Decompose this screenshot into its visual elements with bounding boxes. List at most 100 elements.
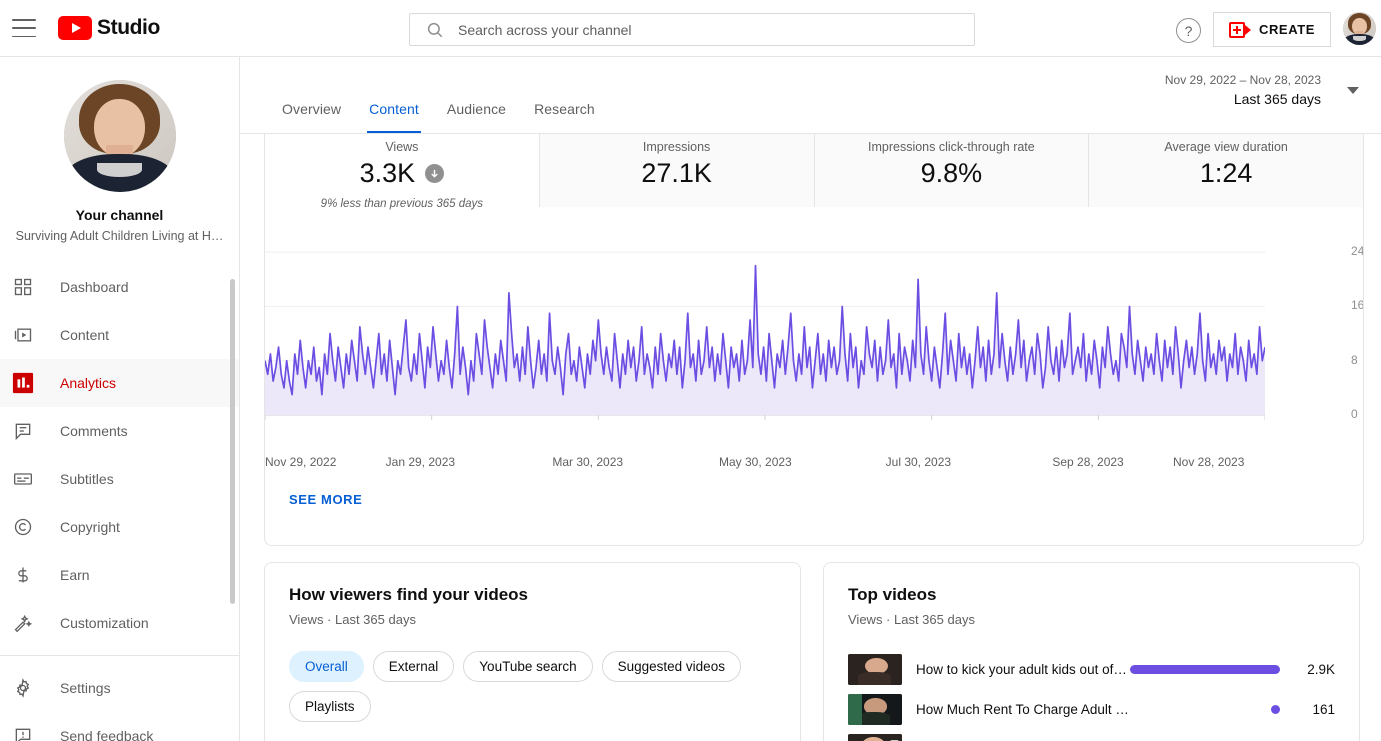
- date-range-selector[interactable]: Nov 29, 2022 – Nov 28, 2023 Last 365 day…: [1165, 73, 1359, 107]
- search-input[interactable]: [458, 15, 938, 45]
- analytics-tabs-row: Overview Content Audience Research Nov 2…: [240, 57, 1381, 134]
- chevron-down-icon[interactable]: [1347, 87, 1359, 94]
- x-axis-tick: Sep 28, 2023: [1052, 455, 1123, 469]
- sidebar-nav: Dashboard Content Analytics: [0, 263, 239, 741]
- see-more-link[interactable]: SEE MORE: [289, 492, 362, 507]
- sidebar-label: Send feedback: [60, 728, 153, 741]
- account-avatar[interactable]: [1343, 12, 1376, 45]
- chip-external[interactable]: External: [373, 651, 455, 682]
- video-thumbnail[interactable]: [848, 694, 902, 725]
- tab-research[interactable]: Research: [520, 101, 609, 133]
- y-axis-tick: 8: [1351, 353, 1358, 367]
- traffic-filter-chips: Overall External YouTube search Suggeste…: [289, 651, 776, 722]
- tab-audience[interactable]: Audience: [433, 101, 520, 133]
- tab-content[interactable]: Content: [355, 101, 433, 133]
- chip-overall[interactable]: Overall: [289, 651, 364, 682]
- x-axis-tick: Jan 29, 2023: [386, 455, 455, 469]
- chip-suggested-videos[interactable]: Suggested videos: [602, 651, 741, 682]
- metric-value: 27.1K: [641, 158, 712, 189]
- metric-label: Impressions click-through rate: [868, 140, 1035, 154]
- sidebar-item-settings[interactable]: Settings: [0, 664, 239, 712]
- sidebar-item-earn[interactable]: Earn: [0, 551, 239, 599]
- top-bar: Studio ? CREATE: [0, 0, 1381, 57]
- x-axis-tick: Nov 28, 2023: [1173, 455, 1244, 469]
- card-subtitle: Views · Last 365 days: [848, 612, 1335, 627]
- create-button[interactable]: CREATE: [1213, 12, 1331, 47]
- sidebar-label: Subtitles: [60, 471, 114, 487]
- channel-avatar[interactable]: [64, 80, 176, 192]
- chart-svg: [265, 207, 1265, 457]
- analytics-content: Views 3.3K 9% less than previous 365 day…: [240, 134, 1381, 741]
- brand-label: Studio: [97, 16, 160, 40]
- chip-playlists[interactable]: Playlists: [289, 691, 371, 722]
- earn-icon: [11, 563, 35, 587]
- video-row[interactable]: How to Help Adult Children Living… 88: [848, 729, 1335, 741]
- video-thumbnail[interactable]: [848, 654, 902, 685]
- video-thumbnail[interactable]: [848, 734, 902, 741]
- help-glyph: ?: [1185, 23, 1193, 39]
- feedback-icon: [11, 724, 35, 741]
- subtitles-icon: [11, 467, 35, 491]
- video-views: 2.9K: [1292, 662, 1335, 677]
- video-bar: [1130, 665, 1280, 674]
- metric-card-avg-view-duration[interactable]: Average view duration 1:24: [1089, 134, 1363, 207]
- dashboard-icon: [11, 275, 35, 299]
- studio-logo[interactable]: Studio: [58, 16, 160, 40]
- metric-cards: Views 3.3K 9% less than previous 365 day…: [265, 134, 1363, 207]
- sidebar-item-subtitles[interactable]: Subtitles: [0, 455, 239, 503]
- video-views: 161: [1292, 702, 1335, 717]
- x-axis-tick: May 30, 2023: [719, 455, 792, 469]
- sidebar: Your channel Surviving Adult Children Li…: [0, 57, 240, 741]
- sidebar-item-comments[interactable]: Comments: [0, 407, 239, 455]
- video-plus-icon: [1229, 22, 1251, 38]
- x-axis-tick: Nov 29, 2022: [265, 455, 336, 469]
- video-row[interactable]: How Much Rent To Charge Adult … 161: [848, 689, 1335, 729]
- metric-card-views[interactable]: Views 3.3K 9% less than previous 365 day…: [265, 134, 540, 207]
- date-range-preset: Last 365 days: [1165, 91, 1321, 107]
- sidebar-item-copyright[interactable]: Copyright: [0, 503, 239, 551]
- video-row[interactable]: How to kick your adult kids out of… 2.9K: [848, 649, 1335, 689]
- sidebar-item-customization[interactable]: Customization: [0, 599, 239, 647]
- top-videos-card: Top videos Views · Last 365 days How to …: [823, 562, 1360, 741]
- analytics-tabs: Overview Content Audience Research: [268, 101, 609, 133]
- channel-block: Your channel Surviving Adult Children Li…: [0, 57, 239, 243]
- main-content: Overview Content Audience Research Nov 2…: [240, 57, 1381, 741]
- card-title: How viewers find your videos: [289, 585, 776, 605]
- card-title: Top videos: [848, 585, 1335, 605]
- lower-cards-row: How viewers find your videos Views · Las…: [264, 562, 1360, 741]
- sidebar-label: Dashboard: [60, 279, 129, 295]
- sidebar-item-send-feedback[interactable]: Send feedback: [0, 712, 239, 741]
- metric-value: 9.8%: [921, 158, 983, 189]
- top-videos-list: How to kick your adult kids out of… 2.9K: [848, 649, 1335, 741]
- chip-youtube-search[interactable]: YouTube search: [463, 651, 592, 682]
- channel-handle: Surviving Adult Children Living at H…: [0, 229, 239, 243]
- create-label: CREATE: [1259, 22, 1315, 37]
- sidebar-divider: [0, 655, 239, 656]
- sidebar-label: Earn: [60, 567, 90, 583]
- metric-card-impressions[interactable]: Impressions 27.1K: [540, 134, 815, 207]
- sidebar-label: Copyright: [60, 519, 120, 535]
- video-bar-track: [1130, 665, 1280, 674]
- sidebar-item-analytics[interactable]: Analytics: [0, 359, 239, 407]
- sidebar-scrollbar[interactable]: [230, 279, 235, 604]
- video-bar-track: [1130, 705, 1280, 714]
- channel-name: Your channel: [0, 207, 239, 223]
- metric-value: 1:24: [1200, 158, 1253, 189]
- metric-value-wrap: 3.3K: [360, 158, 445, 189]
- tab-overview[interactable]: Overview: [268, 101, 355, 133]
- sidebar-item-content[interactable]: Content: [0, 311, 239, 359]
- metric-label: Impressions: [643, 140, 710, 154]
- content-icon: [11, 323, 35, 347]
- search-box[interactable]: [409, 13, 975, 46]
- video-title: How Much Rent To Charge Adult …: [916, 702, 1130, 717]
- sidebar-item-dashboard[interactable]: Dashboard: [0, 263, 239, 311]
- x-axis-tick: Mar 30, 2023: [552, 455, 623, 469]
- sidebar-label: Customization: [60, 615, 149, 631]
- views-chart-card: Views 3.3K 9% less than previous 365 day…: [264, 134, 1364, 546]
- help-button[interactable]: ?: [1176, 18, 1201, 43]
- hamburger-icon[interactable]: [12, 19, 36, 37]
- gear-icon: [11, 676, 35, 700]
- metric-label: Average view duration: [1164, 140, 1287, 154]
- metric-card-ctr[interactable]: Impressions click-through rate 9.8%: [815, 134, 1090, 207]
- y-axis-labels: 081624: [1295, 207, 1355, 447]
